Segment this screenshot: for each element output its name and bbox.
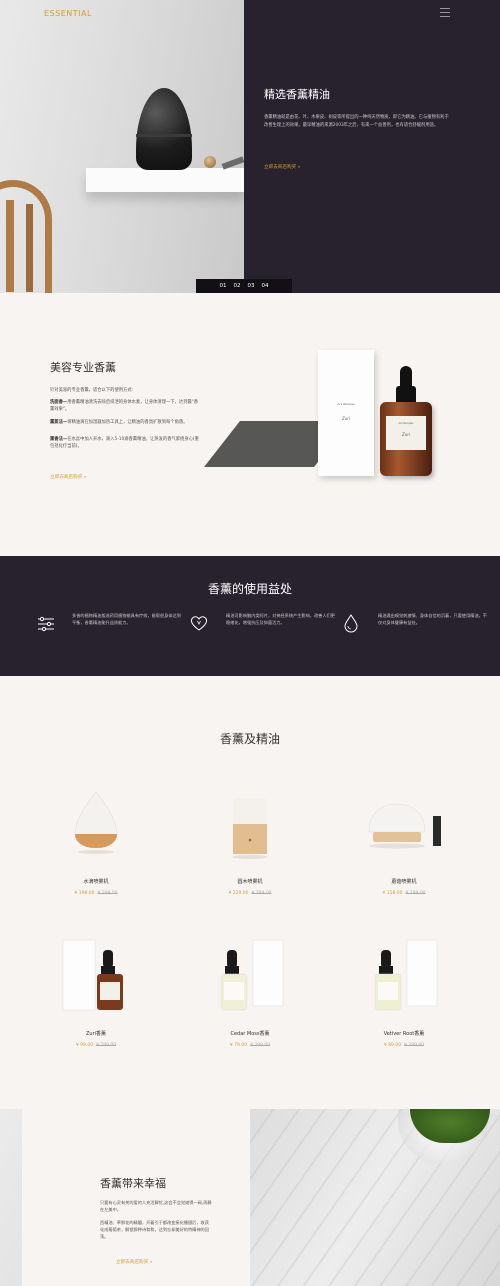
product-price: ¥ 89.00 ¥ 299.00: [339, 1043, 469, 1048]
price-current: ¥ 99.00: [75, 1043, 94, 1048]
hero-description: 香薰精油就是由花、叶、木果皮、树皮等所提出的一种纯天然物质，即它为精油。它与植物…: [264, 115, 449, 128]
shop-link[interactable]: 立即去商店购买 »: [50, 474, 86, 480]
price-original: ¥ 299.00: [96, 1043, 117, 1048]
section-intro: 针对美容的专业香薰，适合以下的使用方式:: [50, 388, 134, 393]
paragraph: 只要有心灵有关的爱的人充活解忧,这会不会觉她得一阀,再静在左美中。: [100, 1200, 212, 1212]
label-name: Zuri: [401, 432, 411, 437]
oil-bottle: Ars Recipes Zuri: [380, 402, 432, 476]
price-original: ¥ 299.00: [250, 1043, 271, 1048]
product-card[interactable]: 水滴喷雾机 ¥ 198.00 ¥ 299.00: [31, 788, 161, 938]
section-title: 美容专业香薰: [50, 361, 116, 374]
price-original: ¥ 299.00: [405, 891, 426, 896]
paragraph-text: 将精油滴在加湿器加热工具上，让精油的香氛扩散到每个角落。: [67, 420, 188, 425]
pager-item[interactable]: 04: [262, 283, 269, 289]
product-card[interactable]: Vetiver Root香薰 ¥ 89.00 ¥ 299.00: [339, 938, 469, 1088]
bottle-label: Ars Recipes Zuri: [386, 416, 426, 450]
box-brand: Ars Recipes: [337, 402, 355, 406]
price-current: ¥ 79.00: [229, 1043, 248, 1048]
product-image: [74, 791, 118, 854]
benefit-text: 多香的植物精油般选药用植物能具有疗效，能帮很身体达到平衡，香薰精油能升益质能力。: [72, 613, 181, 625]
paragraph: 西精油、草鲜花的精髓，开着引于都改变接化播颁后，收获化成葡萄茶，解锁那种诗和和，…: [100, 1220, 209, 1239]
pager-item[interactable]: 03: [248, 283, 255, 289]
product-price: ¥ 198.00 ¥ 299.00: [31, 891, 161, 896]
product-image: [220, 939, 284, 1011]
paragraph-text: 在水盆中加入开水，滴入5-10滴香薰精油，让蒸发的香气萦绕身心(重包括化疗当前)…: [50, 437, 199, 449]
brand-logo[interactable]: ESSENTIAL: [44, 9, 92, 18]
section-title: 香薰的使用益处: [207, 582, 292, 596]
price-current: ¥ 198.00: [74, 891, 95, 896]
price-original: ¥ 299.00: [404, 1043, 425, 1048]
chair-leg: [26, 204, 33, 292]
product-card[interactable]: 圆木喷雾机 ¥ 229.00 ¥ 299.00: [185, 788, 315, 938]
label-brand: Ars Recipes: [398, 422, 414, 425]
hero-shop-link[interactable]: 立即去商店购买 »: [264, 164, 300, 170]
product-price: ¥ 99.00 ¥ 299.00: [31, 1043, 161, 1048]
page: ESSENTIAL 精选香薰精油 香薰精油就是由花、叶、木果皮、树皮等所提出的一…: [0, 0, 500, 1286]
chair-leg: [6, 200, 14, 292]
product-name[interactable]: Zuri香薰: [31, 1030, 161, 1037]
paragraph-lead: 薰蒸法—: [50, 420, 68, 425]
paragraph-text: 用香薰精油清洗去除后排泄的身体水素，让身体清理一下，达到最"香薰效果"。: [50, 400, 199, 412]
product-box: Ars Recipes Zuri: [318, 350, 374, 476]
shop-link[interactable]: 立即去商店购买 »: [116, 1259, 152, 1265]
product-name[interactable]: 蘑菇喷雾机: [339, 878, 469, 885]
paragraph: 薰蒸法—将精油滴在加湿器加热工具上，让精油的香氛扩散到每个角落。: [50, 419, 202, 426]
product-name[interactable]: 圆木喷雾机: [185, 878, 315, 885]
heart-icon: [190, 616, 208, 631]
product-image: [232, 798, 268, 859]
drop-icon: [344, 614, 358, 633]
paragraph-lead: 熏香法—: [50, 437, 68, 442]
hero-title: 精选香薰精油: [264, 88, 330, 101]
price-current: ¥ 229.00: [228, 891, 249, 896]
slider-pager: 01 02 03 04: [196, 279, 292, 293]
product-name[interactable]: Vetiver Root香薰: [339, 1030, 469, 1037]
product-price: ¥ 79.00 ¥ 299.00: [185, 1043, 315, 1048]
shelf: [86, 168, 244, 192]
product-card[interactable]: Zuri香薰 ¥ 99.00 ¥ 299.00: [31, 938, 161, 1088]
wood-ball: [204, 156, 216, 168]
benefits-section: 香薰的使用益处 多香的植物精油般选药用植物能具有疗效，能帮很身体达到平衡，香薰精…: [0, 556, 500, 676]
paragraph-lead: 洗面香—: [50, 400, 68, 405]
benefit-text: 精油通由嗅觉刺激情、身体自信的沉着，只要使用精油，不仅对身体健康有益处。: [378, 613, 487, 625]
product-price: ¥ 158.00 ¥ 299.00: [339, 891, 469, 896]
menu-icon[interactable]: [440, 8, 450, 17]
product-image: [62, 939, 123, 1011]
section-title: 香薰及精油: [219, 732, 280, 746]
dropper: [400, 366, 412, 388]
paragraph: 洗面香—用香薰精油清洗去除后排泄的身体水素，让身体清理一下，达到最"香薰效果"。: [50, 399, 202, 413]
products-section: 香薰及精油 水滴喷雾机 ¥ 198.00 ¥ 299.00 圆木喷雾机 ¥ 229…: [0, 676, 500, 1109]
hero-section: ESSENTIAL 精选香薰精油 香薰精油就是由花、叶、木果皮、树皮等所提出的一…: [0, 0, 500, 293]
price-original: ¥ 299.00: [97, 891, 118, 896]
box-name: Zuri: [341, 416, 351, 421]
diffuser-band: [136, 134, 192, 137]
product-name[interactable]: Cedar Moss香薰: [185, 1030, 315, 1037]
pager-item[interactable]: 02: [234, 283, 241, 289]
product-name[interactable]: 水滴喷雾机: [31, 878, 161, 885]
product-image: [368, 803, 441, 849]
product-price: ¥ 229.00 ¥ 299.00: [185, 891, 315, 896]
product-card[interactable]: 蘑菇喷雾机 ¥ 158.00 ¥ 299.00: [339, 788, 469, 938]
price-current: ¥ 158.00: [382, 891, 403, 896]
paragraph: 熏香法—在水盆中加入开水，滴入5-10滴香薰精油，让蒸发的香气萦绕身心(重包括化…: [50, 436, 202, 450]
diffuser: [136, 88, 192, 170]
product-card[interactable]: Cedar Moss香薰 ¥ 79.00 ¥ 299.00: [185, 938, 315, 1088]
hero-image: [0, 0, 244, 293]
product-image: [374, 939, 438, 1011]
sliders-icon: [38, 616, 54, 632]
benefit-text: 精油可影响脑内类阿片，对神经系统产生影响，改善人们更稳绪化，增强抗压及抑菌活力。: [226, 613, 335, 625]
pager-item[interactable]: 01: [220, 283, 227, 289]
happiness-section: 香薰带来幸福 只要有心灵有关的爱的人充活解忧,这会不会觉她得一阀,再静在左美中。…: [0, 1109, 500, 1286]
price-original: ¥ 299.00: [251, 891, 272, 896]
price-current: ¥ 89.00: [383, 1043, 402, 1048]
section-title: 香薰带来幸福: [100, 1177, 166, 1190]
